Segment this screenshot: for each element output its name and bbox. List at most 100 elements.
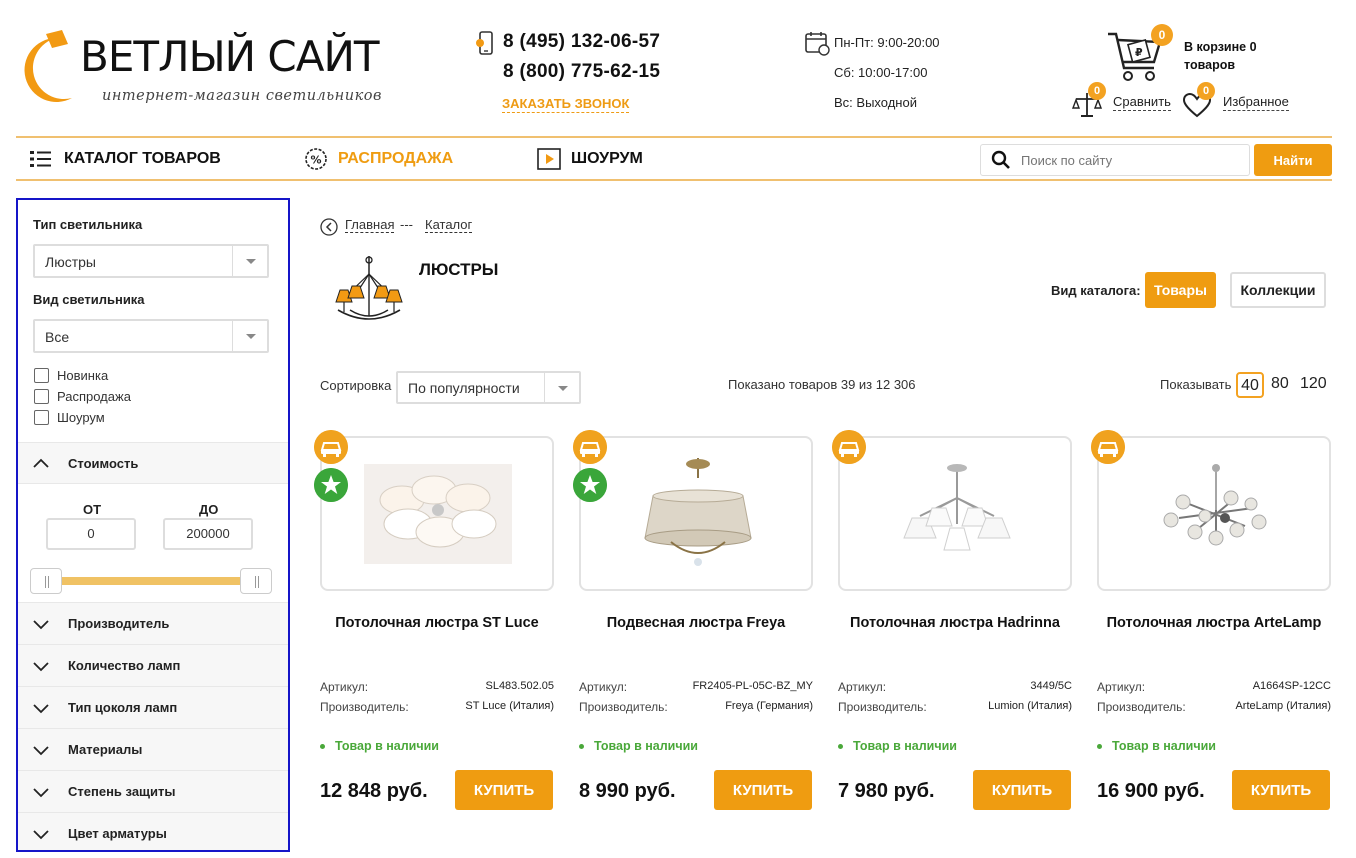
chevron-down-icon	[33, 787, 49, 797]
lamp-type-select[interactable]: Люстры	[33, 244, 269, 278]
star-badge-icon	[573, 468, 607, 502]
lamp-kind-select[interactable]: Все	[33, 319, 269, 353]
dropdown-arrow-icon	[558, 386, 568, 391]
article-label: Артикул:	[1097, 680, 1146, 694]
stock-dot	[1097, 743, 1102, 749]
nav-catalog[interactable]: КАТАЛОГ ТОВАРОВ	[30, 148, 221, 170]
checkbox-box[interactable]	[34, 410, 49, 425]
select-divider	[232, 321, 233, 351]
product-maker-row: Производитель: Freya (Германия)	[579, 700, 813, 714]
breadcrumb-home-label[interactable]: Главная	[345, 217, 395, 233]
per-page-40[interactable]: 40	[1236, 372, 1264, 398]
product-article-row: Артикул: FR2405-PL-05C-BZ_MY	[579, 680, 813, 694]
product-article-row: Артикул: A1664SP-12CC	[1097, 680, 1331, 694]
accordion-fitting-color[interactable]: Цвет арматуры	[18, 812, 288, 850]
callback-link[interactable]: ЗАКАЗАТЬ ЗВОНОК	[502, 96, 630, 113]
price-to-input[interactable]: 200000	[163, 518, 253, 550]
star-badge-icon	[314, 468, 348, 502]
view-goods-button[interactable]: Товары	[1145, 272, 1216, 308]
view-collections-button[interactable]: Коллекции	[1230, 272, 1326, 308]
accordion-socket-type[interactable]: Тип цоколя ламп	[18, 686, 288, 728]
checkbox-sale[interactable]: Распродажа	[34, 389, 131, 404]
per-page-120[interactable]: 120	[1300, 372, 1327, 398]
checkbox-new[interactable]: Новинка	[34, 368, 108, 383]
nav-sale[interactable]: % РАСПРОДАЖА	[304, 148, 453, 170]
accordion-label: Тип цоколя ламп	[68, 700, 178, 715]
buy-button[interactable]: КУПИТЬ	[973, 770, 1071, 810]
product-name[interactable]: Потолочная люстра ST Luce	[320, 615, 554, 631]
accordion-label: Производитель	[68, 616, 170, 631]
chevron-down-icon	[33, 745, 49, 755]
accordion-protection[interactable]: Степень защиты	[18, 770, 288, 812]
results-count: Показано товаров 39 из 12 306	[728, 377, 916, 392]
search-input[interactable]	[1021, 152, 1241, 168]
product-card[interactable]: Потолочная люстра ArteLamp Артикул: A1664…	[1091, 430, 1331, 812]
favorites-link[interactable]: Избранное	[1223, 94, 1289, 111]
article-label: Артикул:	[320, 680, 369, 694]
page-title: ЛЮСТРЫ	[419, 260, 499, 279]
search-box	[980, 144, 1250, 176]
breadcrumb-home[interactable]: Главная	[345, 217, 395, 233]
product-image[interactable]	[1097, 436, 1331, 591]
product-image[interactable]	[838, 436, 1072, 591]
product-name[interactable]: Потолочная люстра ArteLamp	[1097, 615, 1331, 631]
article-value: A1664SP-12CC	[1252, 680, 1331, 692]
site-logo[interactable]: ВЕТЛЫЙ САЙТ интернет-магазин светильнико…	[16, 28, 386, 110]
filter-sidebar: Тип светильника Люстры Вид светильника В…	[16, 198, 290, 852]
back-arrow-icon[interactable]	[320, 218, 338, 236]
svg-text:%: %	[311, 154, 322, 167]
phone-number-2[interactable]: 8 (800) 775-62-15	[503, 61, 660, 83]
price-slider-track[interactable]	[46, 577, 256, 585]
sort-select[interactable]: По популярности	[396, 371, 581, 404]
chandelier-photo-freya	[644, 458, 752, 566]
accordion-price-label: Стоимость	[68, 455, 139, 471]
breadcrumb-catalog-label[interactable]: Каталог	[425, 217, 473, 233]
breadcrumb-catalog[interactable]: Каталог	[425, 217, 473, 233]
article-value: 3449/5C	[1030, 680, 1072, 692]
favorites-count-badge: 0	[1197, 82, 1215, 100]
product-name[interactable]: Подвесная люстра Freya	[579, 615, 813, 631]
product-image[interactable]	[320, 436, 554, 591]
buy-button[interactable]: КУПИТЬ	[714, 770, 812, 810]
compare-link[interactable]: Сравнить	[1113, 94, 1171, 111]
buy-button[interactable]: КУПИТЬ	[1232, 770, 1330, 810]
product-price: 7 980 руб.	[838, 780, 935, 802]
cart-summary[interactable]: В корзине 0 товаров	[1184, 38, 1284, 74]
product-name[interactable]: Потолочная люстра Hadrinna	[838, 615, 1072, 631]
phone-number-1[interactable]: 8 (495) 132-06-57	[503, 31, 660, 53]
per-page-label: Показывать	[1160, 377, 1232, 392]
stock-dot	[838, 743, 843, 749]
accordion-lamp-count[interactable]: Количество ламп	[18, 644, 288, 686]
price-from-input[interactable]: 0	[46, 518, 136, 550]
chevron-up-icon	[33, 458, 49, 468]
accordion-manufacturer[interactable]: Производитель	[18, 602, 288, 644]
checkbox-box[interactable]	[34, 389, 49, 404]
product-maker-row: Производитель: ST Luce (Италия)	[320, 700, 554, 714]
checkbox-showroom-label: Шоурум	[57, 410, 105, 425]
maker-label: Производитель:	[579, 700, 668, 714]
product-article-row: Артикул: 3449/5C	[838, 680, 1072, 694]
accordion-materials[interactable]: Материалы	[18, 728, 288, 770]
article-label: Артикул:	[838, 680, 887, 694]
checkbox-showroom[interactable]: Шоурум	[34, 410, 105, 425]
checkbox-box[interactable]	[34, 368, 49, 383]
buy-button[interactable]: КУПИТЬ	[455, 770, 553, 810]
product-card[interactable]: Потолочная люстра Hadrinna Артикул: 3449/…	[832, 430, 1072, 812]
chevron-down-icon	[33, 703, 49, 713]
nav-showroom[interactable]: ШОУРУМ	[537, 148, 643, 170]
product-image[interactable]	[579, 436, 813, 591]
per-page-80[interactable]: 80	[1271, 372, 1289, 398]
price-slider-max-handle[interactable]	[240, 568, 272, 594]
stock-label: Товар в наличии	[1112, 739, 1216, 753]
accordion-price[interactable]: Стоимость	[18, 442, 288, 484]
search-button[interactable]: Найти	[1254, 144, 1332, 176]
sort-value: По популярности	[408, 380, 520, 396]
nav-divider-top	[16, 136, 1332, 138]
product-card[interactable]: Подвесная люстра Freya Артикул: FR2405-PL…	[573, 430, 813, 812]
article-value: SL483.502.05	[485, 680, 554, 692]
article-value: FR2405-PL-05C-BZ_MY	[692, 680, 813, 692]
accordion-label: Цвет арматуры	[68, 826, 167, 841]
price-slider-min-handle[interactable]	[30, 568, 62, 594]
product-card[interactable]: Потолочная люстра ST Luce Артикул: SL483.…	[314, 430, 554, 812]
phone-icon	[476, 31, 493, 55]
